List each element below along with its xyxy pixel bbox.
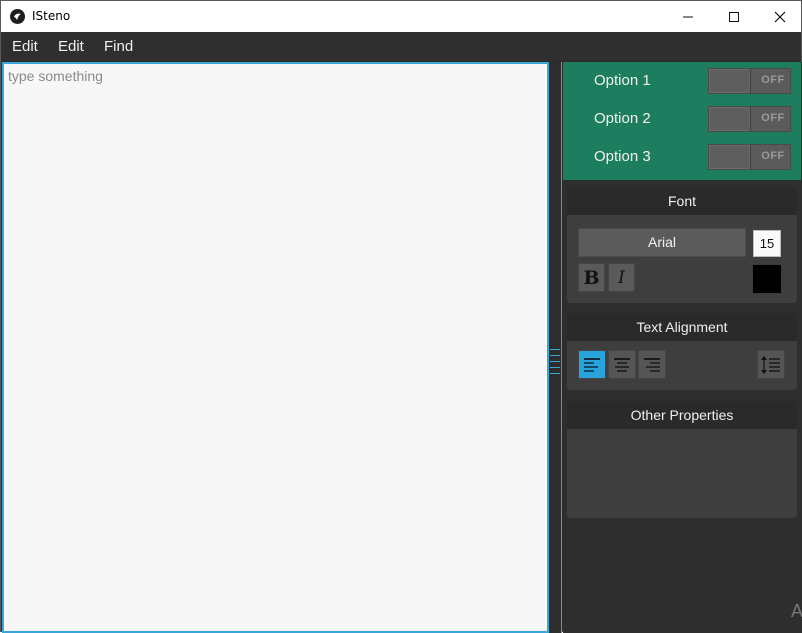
option-3-toggle[interactable]: OFF <box>708 144 791 170</box>
font-color-swatch[interactable] <box>752 264 782 294</box>
menu-find[interactable]: Find <box>104 38 133 55</box>
editor-panel <box>2 62 549 633</box>
splitter-grip-icon[interactable] <box>550 349 560 375</box>
other-properties-card: Other Properties <box>567 401 797 518</box>
line-spacing-button[interactable] <box>757 350 785 379</box>
option-2-toggle[interactable]: OFF <box>708 106 791 132</box>
align-left-icon <box>584 357 600 372</box>
kivy-logo-icon <box>10 9 25 24</box>
option-2-label: Option 2 <box>594 110 651 127</box>
line-spacing-icon <box>761 355 780 374</box>
close-icon <box>774 11 786 22</box>
menu-edit-2[interactable]: Edit <box>58 38 84 55</box>
toggle-knob <box>709 107 751 131</box>
options-section: Option 1 OFF Option 2 OFF Option 3 OFF <box>563 62 801 180</box>
menu-bar: Edit Edit Find <box>1 32 801 61</box>
close-button[interactable] <box>757 1 802 32</box>
toggle-knob <box>709 145 751 169</box>
option-3-label: Option 3 <box>594 148 651 165</box>
other-properties-header: Other Properties <box>567 401 797 429</box>
toggle-knob <box>709 69 751 93</box>
panel-splitter[interactable] <box>549 62 562 633</box>
toggle-state: OFF <box>761 112 785 124</box>
activation-watermark: A <box>791 601 802 621</box>
bold-icon: B <box>583 266 600 289</box>
italic-icon: I <box>618 267 625 288</box>
editor-textarea[interactable] <box>8 68 538 608</box>
window-title: ISteno <box>32 9 71 23</box>
properties-panel: Option 1 OFF Option 2 OFF Option 3 OFF F… <box>563 62 802 633</box>
font-card: Font Arial 15 B I <box>567 187 797 303</box>
align-left-button[interactable] <box>578 350 606 379</box>
font-size-input[interactable]: 15 <box>753 230 781 257</box>
toggle-state: OFF <box>761 74 785 86</box>
option-1-label: Option 1 <box>594 72 651 89</box>
italic-button[interactable]: I <box>608 263 635 292</box>
minimize-button[interactable] <box>665 1 711 32</box>
align-center-icon <box>614 357 630 372</box>
align-right-button[interactable] <box>638 350 666 379</box>
option-1-toggle[interactable]: OFF <box>708 68 791 94</box>
font-family-button[interactable]: Arial <box>578 228 746 257</box>
bold-button[interactable]: B <box>578 263 605 292</box>
align-center-button[interactable] <box>608 350 636 379</box>
alignment-header: Text Alignment <box>567 313 797 341</box>
app-window: ISteno Edit Edit Find Option 1 OFF <box>0 0 802 633</box>
maximize-icon <box>729 11 739 22</box>
toggle-state: OFF <box>761 150 785 162</box>
minimize-icon <box>683 16 693 17</box>
maximize-button[interactable] <box>711 1 757 32</box>
menu-edit[interactable]: Edit <box>12 38 38 55</box>
title-bar: ISteno <box>1 1 801 32</box>
font-header: Font <box>567 187 797 215</box>
align-right-icon <box>644 357 660 372</box>
alignment-card: Text Alignment <box>567 313 797 390</box>
